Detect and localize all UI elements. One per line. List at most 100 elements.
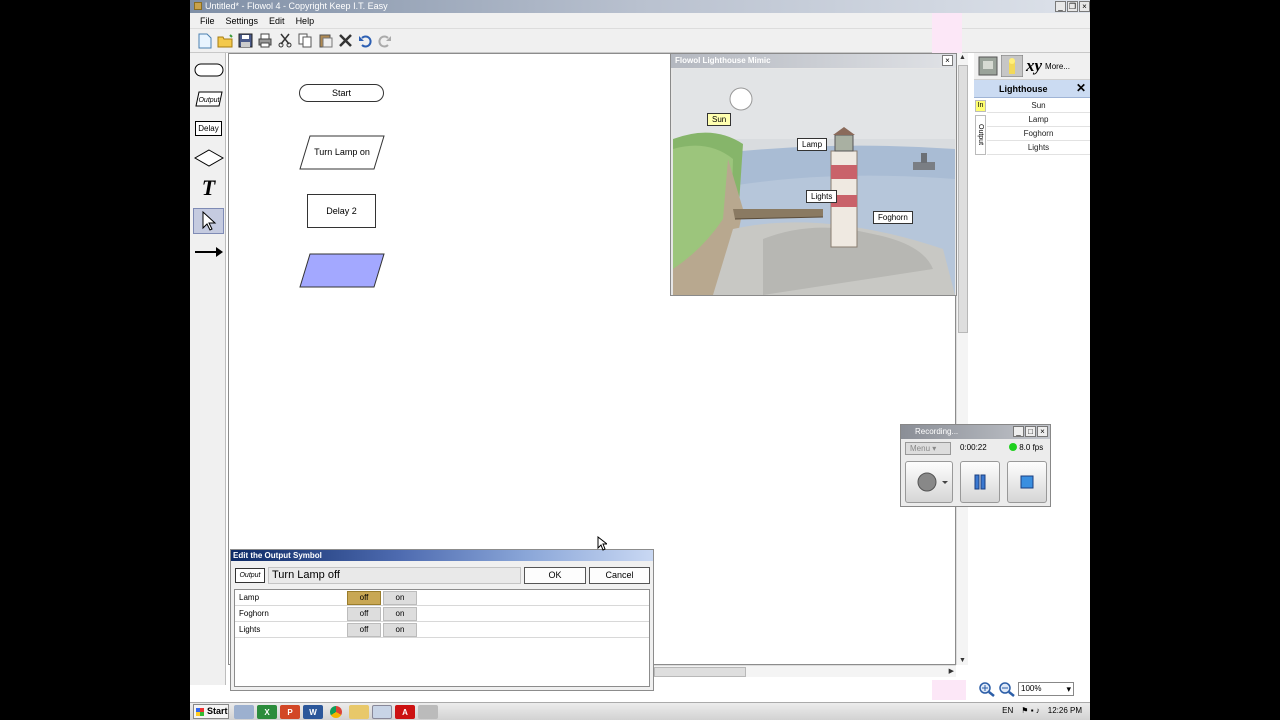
recording-fps: 8.0 fps	[1009, 442, 1043, 455]
decorative-strip	[932, 13, 962, 53]
powerpoint-icon[interactable]: P	[280, 705, 300, 719]
text-tool-icon: T	[201, 175, 216, 200]
mimic-label-lamp[interactable]: Lamp	[797, 138, 828, 151]
start-button[interactable]: Start	[193, 704, 229, 719]
lights-on-toggle[interactable]: on	[383, 623, 417, 637]
vertical-scroll-thumb[interactable]	[958, 65, 968, 333]
print-button[interactable]	[256, 32, 274, 50]
copy-button[interactable]	[296, 32, 314, 50]
acrobat-icon[interactable]: A	[395, 705, 415, 719]
scroll-up-icon[interactable]: ▲	[959, 54, 966, 61]
save-button[interactable]	[236, 32, 254, 50]
xy-mimic-icon[interactable]: xy	[1026, 56, 1042, 76]
explorer-icon[interactable]	[349, 705, 369, 719]
recorder-taskbar-icon[interactable]	[418, 705, 438, 719]
windows-logo-icon	[196, 708, 204, 716]
open-button[interactable]	[216, 32, 234, 50]
mimic-titlebar: Flowol Lighthouse Mimic ×	[671, 54, 956, 68]
symbol-name-field[interactable]: Turn Lamp off	[268, 567, 521, 584]
zoom-level-select[interactable]: 100%	[1018, 682, 1074, 696]
more-mimics-link[interactable]: More...	[1045, 62, 1070, 71]
mimic-window: Flowol Lighthouse Mimic × Sun Lamp Light…	[670, 53, 957, 296]
lights-off-toggle[interactable]: off	[347, 623, 381, 637]
output-row-label: Lights	[239, 625, 261, 634]
decision-symbol-tool[interactable]	[193, 145, 224, 171]
recording-minimize-button[interactable]: _	[1013, 426, 1024, 437]
recording-titlebar: Recording... _ □ ×	[901, 425, 1050, 439]
menu-help[interactable]: Help	[290, 13, 320, 26]
chrome-icon[interactable]	[326, 705, 346, 719]
desktop-icon[interactable]	[234, 705, 254, 719]
zoom-out-icon[interactable]	[998, 681, 1016, 697]
io-item-lamp[interactable]: Lamp	[987, 113, 1090, 127]
foghorn-off-toggle[interactable]: off	[347, 607, 381, 621]
canvas-horizontal-scrollbar[interactable]: ▶	[654, 665, 956, 677]
mimic-panel: xy More... Lighthouse ✕ In Output Sun La…	[974, 53, 1090, 685]
delete-button[interactable]	[336, 32, 354, 50]
io-item-sun[interactable]: Sun	[987, 99, 1090, 113]
lighthouse-mimic-icon[interactable]	[1001, 55, 1023, 77]
redo-button[interactable]	[376, 32, 394, 50]
mimic-label-sun[interactable]: Sun	[707, 113, 732, 126]
foghorn-on-toggle[interactable]: on	[383, 607, 417, 621]
scroll-down-icon[interactable]: ▼	[959, 657, 966, 664]
tab-inputs[interactable]: In	[975, 100, 986, 112]
select-tool[interactable]	[193, 208, 224, 234]
lamp-on-toggle[interactable]: on	[383, 591, 417, 605]
word-icon[interactable]: W	[303, 705, 323, 719]
taskbar: Start X P W A EN ⚑ ▪ ♪ 12:26 PM	[190, 702, 1090, 720]
copy-icon	[298, 33, 311, 48]
recording-close-button[interactable]: ×	[1037, 426, 1048, 437]
menu-edit[interactable]: Edit	[263, 13, 290, 26]
tab-outputs[interactable]: Output	[975, 115, 986, 155]
io-item-lights[interactable]: Lights	[987, 141, 1090, 155]
menu-file[interactable]: File	[190, 13, 220, 26]
mimic-panel-title: Lighthouse	[999, 84, 1048, 94]
flowchart-output-turn-lamp-on[interactable]: Turn Lamp on	[299, 135, 385, 172]
mimic-panel-header: Lighthouse ✕	[974, 80, 1090, 98]
flowol-taskbar-icon[interactable]	[372, 705, 392, 719]
output-symbol-badge: Output	[235, 568, 265, 583]
start-stop-symbol-tool[interactable]	[193, 57, 224, 83]
ok-button[interactable]: OK	[524, 567, 586, 584]
flowchart-output-new-symbol[interactable]	[299, 253, 385, 290]
edit-output-dialog: Edit the Output Symbol Output Turn Lamp …	[230, 549, 654, 691]
excel-icon[interactable]: X	[257, 705, 277, 719]
horizontal-scroll-thumb[interactable]	[654, 667, 746, 677]
canvas-vertical-scrollbar[interactable]: ▲ ▼	[956, 53, 968, 665]
paste-button[interactable]	[316, 32, 334, 50]
zoom-in-icon[interactable]	[978, 681, 996, 697]
mimic-thumbnail-icon[interactable]	[978, 56, 998, 76]
mimic-label-foghorn[interactable]: Foghorn	[873, 211, 913, 224]
delay-symbol-tool[interactable]: Delay	[193, 115, 224, 141]
close-icon[interactable]: ✕	[1076, 82, 1086, 95]
flowchart-start-symbol[interactable]: Start	[299, 84, 384, 102]
pause-button[interactable]	[960, 461, 1000, 503]
minimize-button[interactable]: _	[1055, 1, 1066, 12]
menu-settings[interactable]: Settings	[220, 13, 264, 26]
language-indicator[interactable]: EN	[1002, 706, 1013, 715]
recording-menu-dropdown[interactable]: Menu ▾	[905, 442, 951, 455]
connector-tool[interactable]	[193, 239, 224, 265]
lamp-off-toggle[interactable]: off	[347, 591, 381, 605]
cancel-button[interactable]: Cancel	[589, 567, 650, 584]
delete-icon	[338, 34, 352, 47]
clock[interactable]: 12:26 PM	[1048, 706, 1082, 715]
cut-button[interactable]	[276, 32, 294, 50]
close-button[interactable]: ×	[1079, 1, 1090, 12]
recording-maximize-button[interactable]: □	[1025, 426, 1036, 437]
stop-button[interactable]	[1007, 461, 1047, 503]
palette-output-label: Output	[198, 97, 220, 104]
flowchart-delay-symbol[interactable]: Delay 2	[307, 194, 376, 228]
mimic-io-list: Sun Lamp Foghorn Lights	[987, 99, 1090, 155]
output-symbol-tool[interactable]: Output	[193, 86, 224, 112]
new-file-button[interactable]	[196, 32, 214, 50]
mimic-close-button[interactable]: ×	[942, 55, 953, 66]
undo-button[interactable]	[356, 32, 374, 50]
mimic-label-lights[interactable]: Lights	[806, 190, 838, 203]
record-button[interactable]	[905, 461, 953, 503]
io-item-foghorn[interactable]: Foghorn	[987, 127, 1090, 141]
text-tool[interactable]: T	[193, 175, 224, 201]
restore-button[interactable]: ❐	[1067, 1, 1078, 12]
scroll-right-icon[interactable]: ▶	[949, 667, 954, 675]
